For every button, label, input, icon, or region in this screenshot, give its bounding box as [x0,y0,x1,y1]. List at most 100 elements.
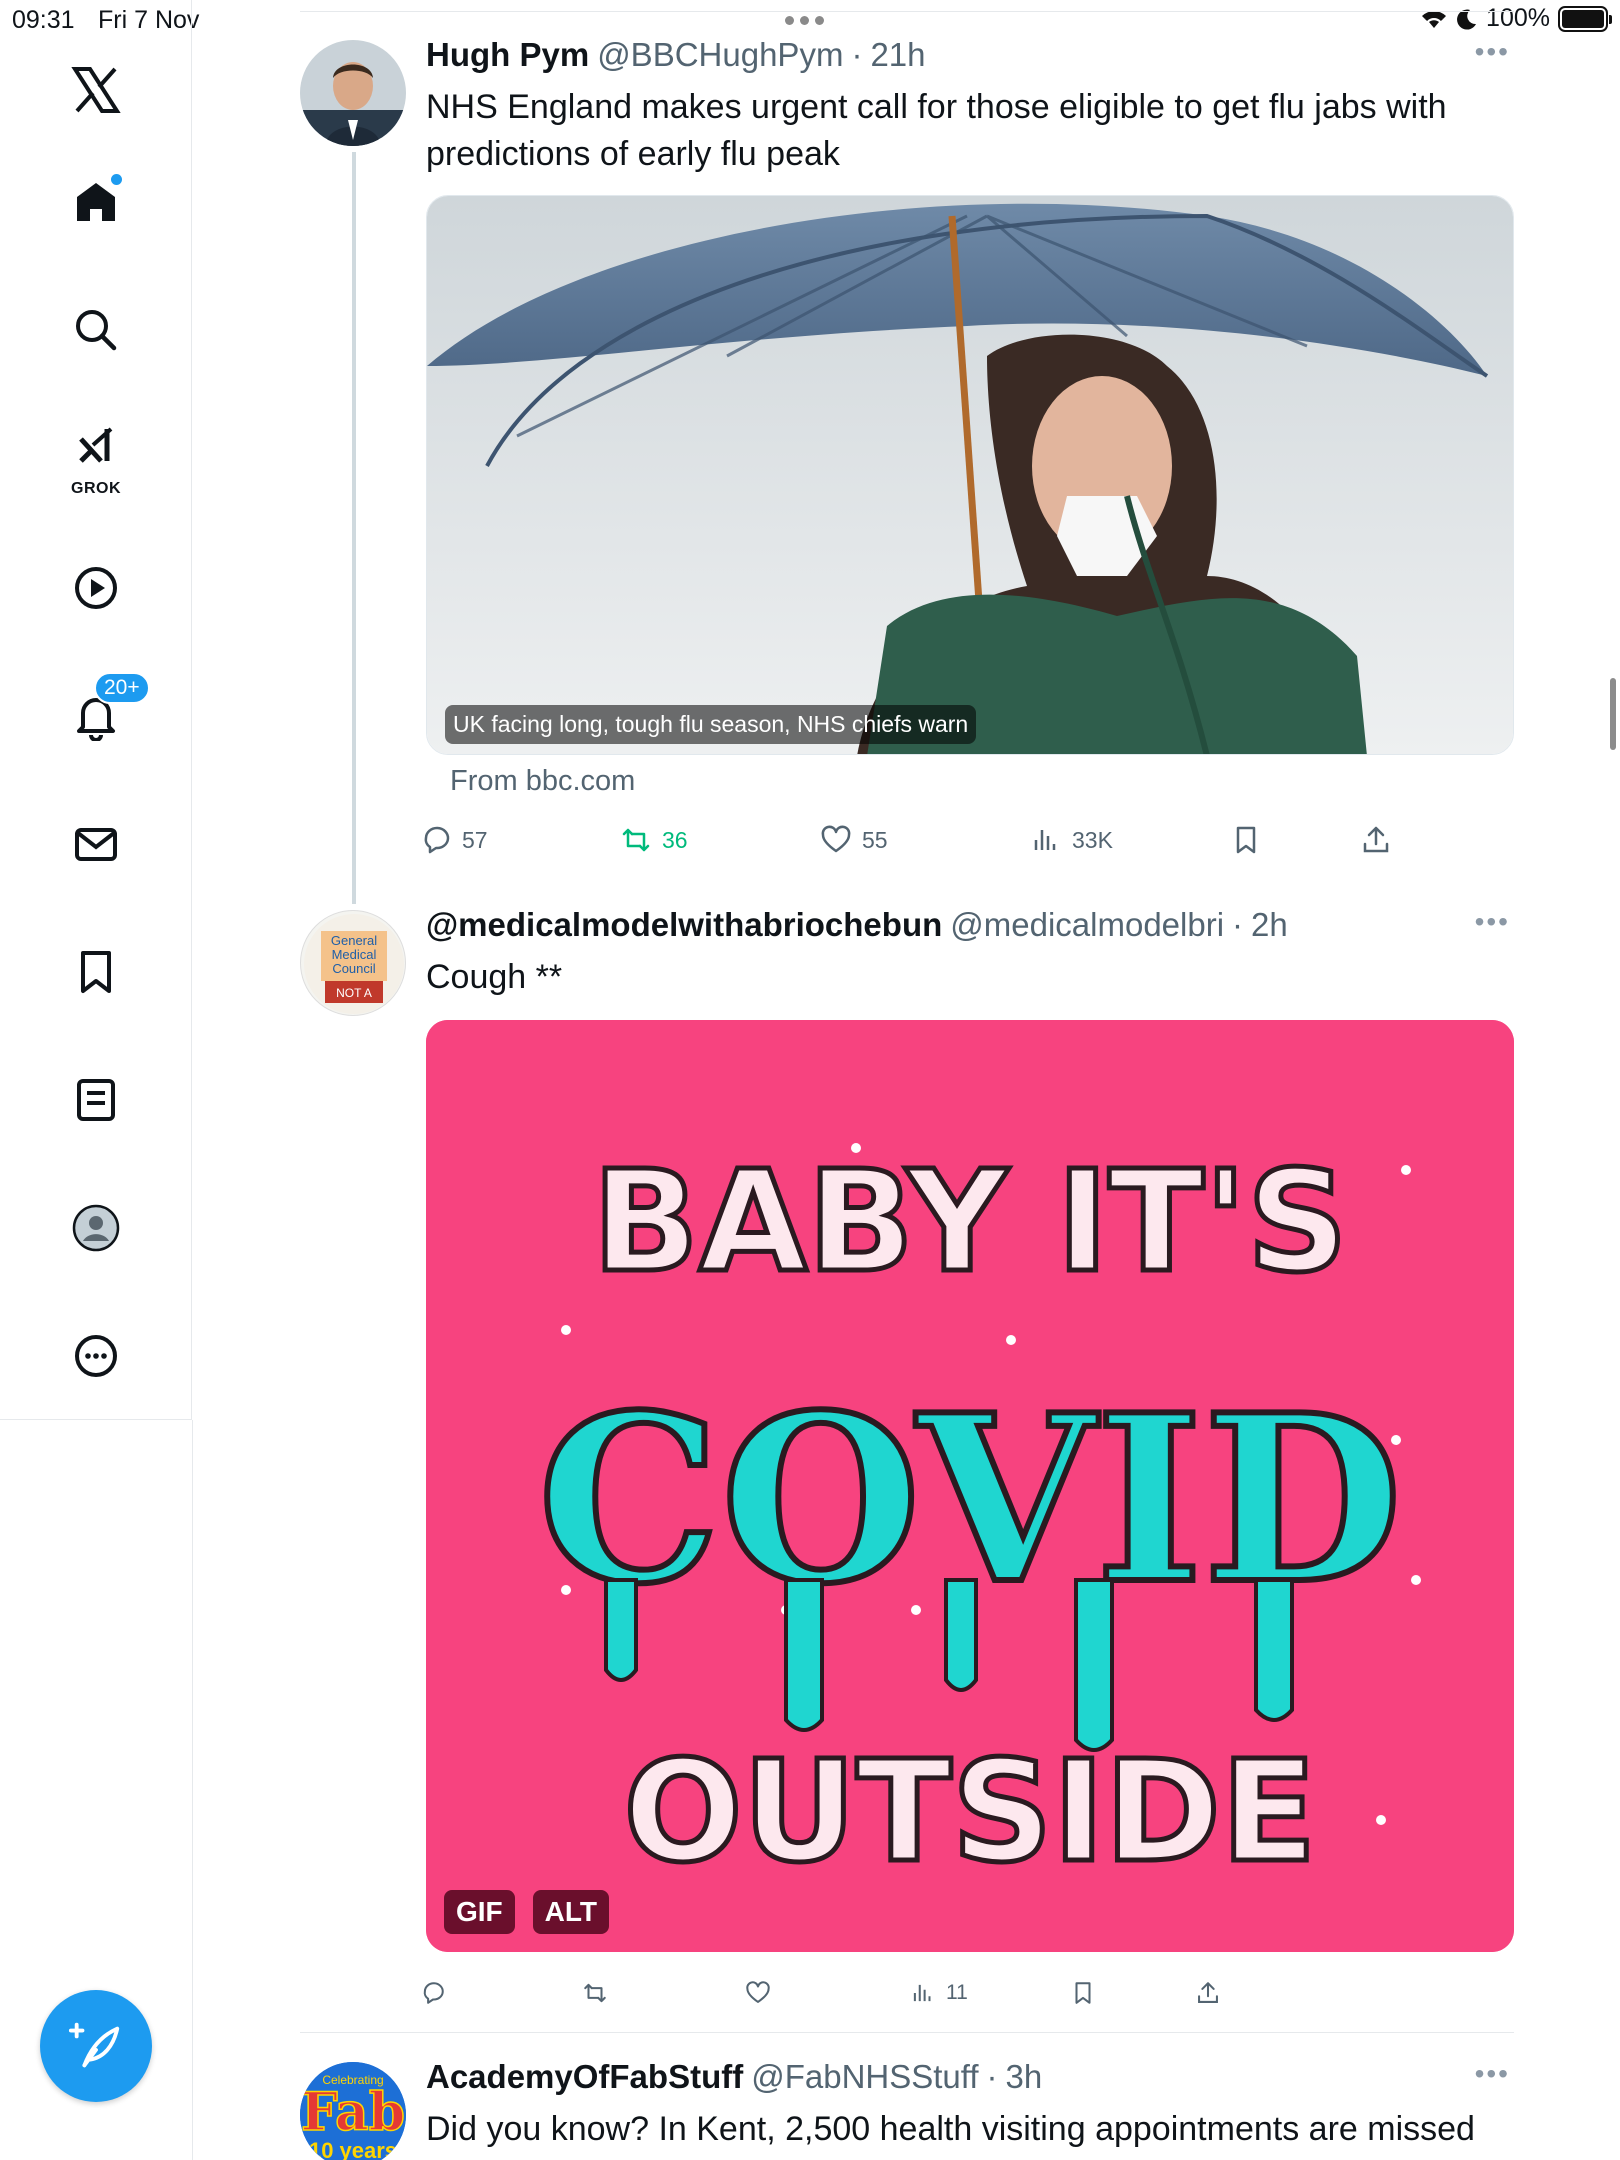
svg-text:Medical: Medical [332,947,377,962]
sidebar-item-video[interactable] [56,548,136,628]
post-time[interactable]: 2h [1251,906,1288,944]
bookmark-icon [81,951,111,993]
tweet-text: Did you know? In Kent, 2,500 health visi… [426,2110,1475,2148]
heart-icon [821,825,851,853]
separator-dot: · [1232,906,1244,943]
x-logo-icon[interactable] [56,50,136,130]
tweet-separator [300,2032,1514,2033]
views-count: 11 [946,1981,968,2004]
svg-text:10 years: 10 years [309,2138,397,2160]
author-name[interactable]: AcademyOfFabStuff [426,2058,743,2096]
gif-line-1: BABY IT'S [592,1141,1348,1304]
share-icon [1198,1982,1218,2003]
svg-text:Council: Council [332,961,375,976]
views-chart-icon [913,1984,931,2002]
home-new-dot [111,174,122,185]
repost-button[interactable]: 36 [620,824,688,856]
more-circle-icon [75,1335,117,1377]
author-handle[interactable]: @medicalmodelbri [950,906,1224,944]
reply-icon [424,826,450,854]
gif-line-3: OUTSIDE [624,1731,1317,1894]
link-card-caption: UK facing long, tough flu season, NHS ch… [445,705,977,744]
post-time[interactable]: 3h [1006,2058,1043,2096]
sidebar-item-profile[interactable] [56,1188,136,1268]
bookmark-icon [1236,826,1256,854]
post-time[interactable]: 21h [870,36,925,74]
grok-icon [79,427,113,463]
more-options-icon[interactable]: ••• [1475,906,1510,938]
reply-icon [423,1982,444,2004]
separator-dot: · [986,2058,998,2095]
reply-button[interactable]: 57 [420,824,488,856]
sidebar-item-lists[interactable] [56,1060,136,1140]
profile-avatar-icon [72,1204,120,1252]
sidebar-item-notifications[interactable]: 20+ [56,672,150,756]
reply-count: 57 [462,826,488,853]
alt-badge[interactable]: ALT [532,1890,610,1934]
views-chart-icon [1034,830,1056,850]
flu-umbrella-photo [427,196,1513,754]
svg-text:Fab: Fab [301,2082,405,2143]
gif-media[interactable]: BABY IT'S COVID OUTSIDE GIF ALT [426,1020,1514,1952]
sidebar-item-bookmarks[interactable] [56,932,136,1012]
list-icon [77,1079,115,1121]
views-button[interactable]: 33K [1030,824,1113,856]
avatar[interactable] [300,40,406,146]
feather-plus-icon [68,2022,120,2068]
like-count: 55 [862,826,888,853]
more-options-icon[interactable]: ••• [1475,2058,1510,2090]
mail-icon [75,828,117,861]
bookmark-button[interactable] [1070,1980,1096,2006]
grok-label: GROK [71,480,121,497]
separator-dot: · [851,36,863,73]
sidebar-item-more[interactable] [56,1316,136,1396]
sidebar-item-messages[interactable] [56,804,136,884]
play-icon [75,567,117,609]
tweet-text: NHS England makes urgent call for those … [426,88,1447,173]
share-button[interactable] [1360,824,1392,856]
views-count: 33K [1072,826,1113,853]
sidebar-item-home[interactable] [56,162,136,242]
tweet-text: Cough ** [426,958,563,996]
heart-icon [746,1981,770,2003]
link-source[interactable]: From bbc.com [450,765,635,798]
avatar[interactable]: Celebrating Fab 10 years [300,2062,406,2160]
repost-icon [584,1983,606,2003]
author-name[interactable]: Hugh Pym [426,36,589,74]
search-icon [76,310,117,351]
sidebar-item-grok[interactable]: GROK [56,410,136,500]
author-handle[interactable]: @BBCHughPym [597,36,843,74]
author-name[interactable]: @medicalmodelwithabriochebun [426,906,942,944]
share-icon [1363,826,1389,853]
repost-icon [622,828,650,852]
repost-button[interactable] [582,1980,608,2006]
battery-percent: 100% [1486,4,1550,32]
sidebar-divider [192,1420,193,2160]
scrollbar[interactable] [1610,678,1616,750]
multitasking-dots-icon[interactable] [785,4,824,25]
repost-count: 36 [662,826,688,853]
like-button[interactable] [745,1980,771,2006]
reply-button[interactable] [420,1980,446,2006]
gif-badge[interactable]: GIF [444,1890,515,1934]
notification-badge: 20+ [94,672,150,704]
feed-top-divider [300,11,1514,12]
sidebar-item-search[interactable] [56,290,136,370]
bookmark-button[interactable] [1230,824,1262,856]
status-bar: 09:31 Fri 7 Nov 100% [0,0,1620,40]
battery-icon [1558,5,1612,32]
tweet-actions: 57 36 55 33K [420,820,1420,860]
svg-text:General: General [331,933,377,948]
tweet-actions: 11 [420,1975,1420,2011]
author-handle[interactable]: @FabNHSStuff [751,2058,978,2096]
bookmark-icon [1075,1982,1091,2004]
baby-its-covid-outside-gif: BABY IT'S COVID OUTSIDE [426,1020,1514,1952]
link-card-image[interactable]: UK facing long, tough flu season, NHS ch… [426,195,1514,755]
like-button[interactable]: 55 [820,824,888,856]
more-options-icon[interactable]: ••• [1475,36,1510,68]
views-button[interactable]: 11 [910,1980,968,2006]
svg-text:NOT A: NOT A [336,986,372,1000]
compose-post-button[interactable] [40,1990,152,2102]
avatar[interactable]: General Medical Council NOT A [300,910,406,1016]
share-button[interactable] [1195,1980,1221,2006]
